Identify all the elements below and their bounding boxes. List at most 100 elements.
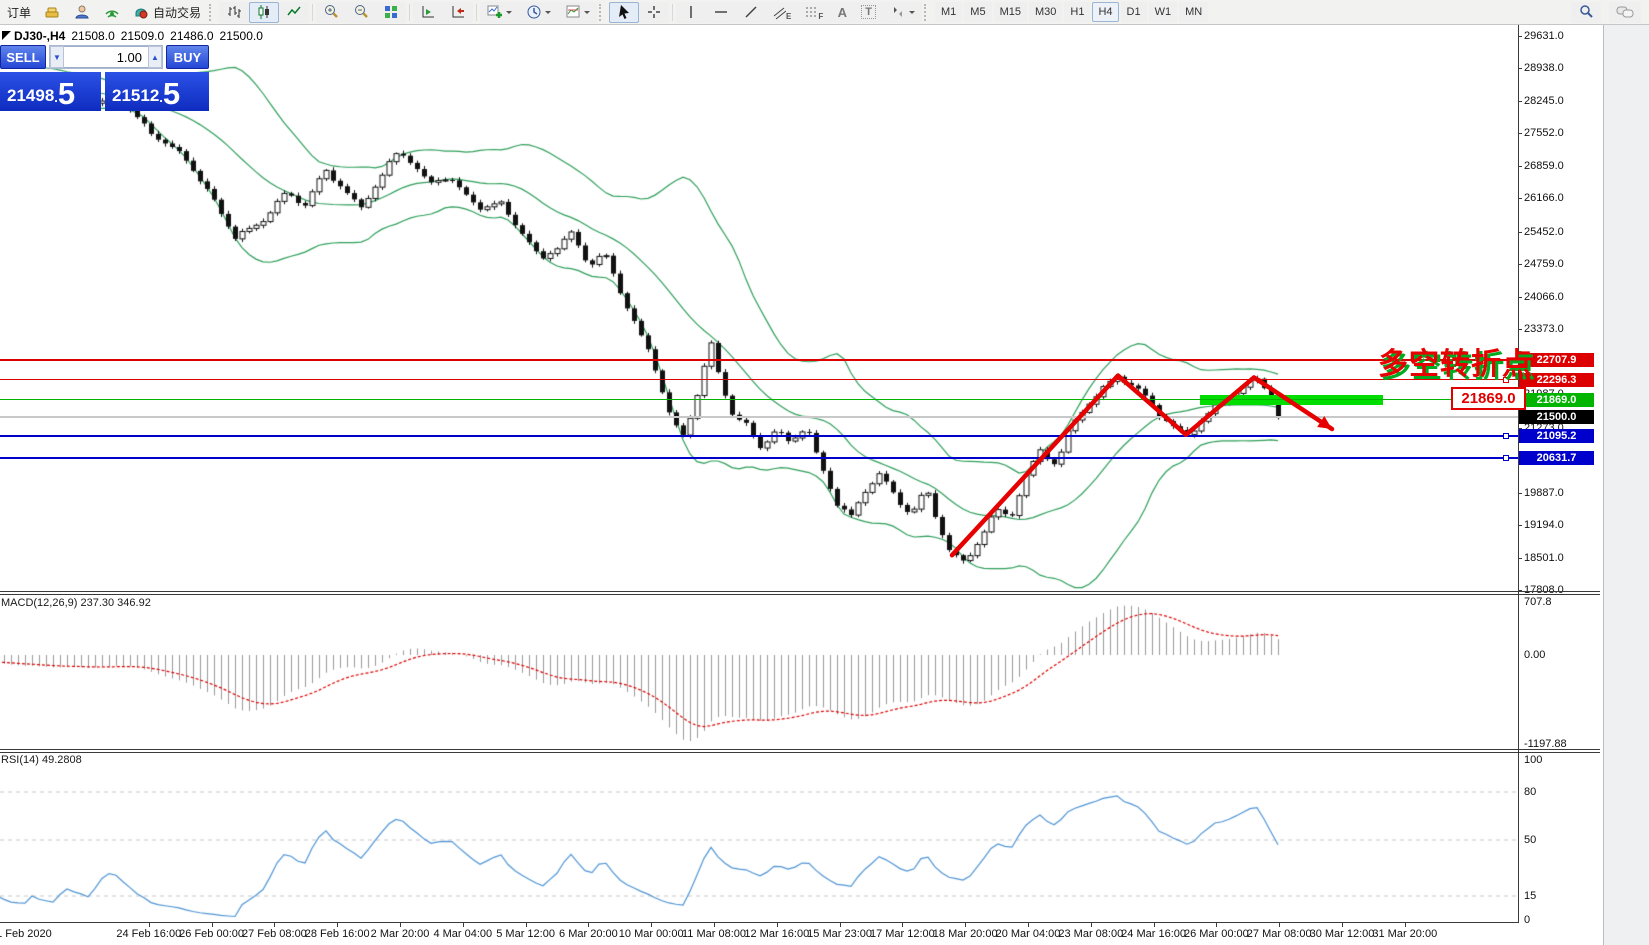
signals-button[interactable] bbox=[97, 2, 127, 23]
price-tick-label: 26859.0 bbox=[1524, 160, 1564, 172]
arrows-tool-icon[interactable] bbox=[883, 2, 922, 23]
level-line-handle[interactable] bbox=[1503, 455, 1509, 461]
text-tool-icon[interactable]: A bbox=[830, 2, 854, 23]
auto-scroll-icon[interactable] bbox=[413, 2, 443, 23]
timeframe-MN[interactable]: MN bbox=[1179, 2, 1208, 22]
toolbar-separator bbox=[312, 4, 313, 21]
time-axis-tick bbox=[651, 923, 652, 927]
pane-splitter-rsi[interactable] bbox=[0, 749, 1600, 753]
timeframe-H4[interactable]: H4 bbox=[1092, 2, 1118, 22]
bar-chart-icon[interactable] bbox=[219, 2, 249, 23]
high-value: 21509.0 bbox=[121, 29, 164, 43]
volume-decrease-button[interactable]: ▼ bbox=[50, 46, 64, 68]
level-line[interactable] bbox=[0, 379, 1518, 380]
time-axis-label: 28 Feb 16:00 bbox=[305, 928, 370, 940]
time-axis-label: 2 Mar 20:00 bbox=[371, 928, 430, 940]
time-axis-label: 5 Mar 12:00 bbox=[496, 928, 555, 940]
new-order-button[interactable]: 订单 bbox=[1, 2, 37, 23]
autotrading-icon bbox=[133, 4, 149, 20]
time-axis-tick bbox=[149, 923, 150, 927]
time-axis-label: 26 Mar 00:00 bbox=[1184, 928, 1249, 940]
time-axis-tick bbox=[902, 923, 903, 927]
macd-pane-canvas[interactable] bbox=[0, 596, 1518, 750]
new-chart-button[interactable] bbox=[480, 2, 519, 23]
fibonacci-tool-icon[interactable]: F bbox=[798, 2, 830, 23]
signal-icon bbox=[104, 4, 120, 20]
price-tick-label: 24759.0 bbox=[1524, 258, 1564, 270]
profile-button[interactable] bbox=[67, 2, 97, 23]
price-tick-label: 28245.0 bbox=[1524, 95, 1564, 107]
chat-icon[interactable] bbox=[1609, 2, 1641, 23]
candlestick-icon[interactable] bbox=[249, 2, 279, 23]
time-axis-tick bbox=[1216, 923, 1217, 927]
rsi-label: RSI(14) 49.2808 bbox=[1, 754, 82, 766]
macd-label: MACD(12,26,9) 237.30 346.92 bbox=[1, 597, 151, 609]
cursor-icon[interactable] bbox=[609, 2, 639, 23]
sell-button[interactable]: SELL bbox=[0, 45, 46, 69]
time-axis-label: 15 Mar 23:00 bbox=[807, 928, 872, 940]
timeframe-M30[interactable]: M30 bbox=[1029, 2, 1062, 22]
level-line[interactable] bbox=[0, 457, 1518, 459]
templates-button[interactable] bbox=[558, 2, 597, 23]
text-label-tool-icon[interactable]: T bbox=[854, 2, 883, 23]
symbol-label: DJ30-,H4 bbox=[14, 29, 65, 43]
trendline-tool-icon[interactable] bbox=[736, 2, 766, 23]
toolbar-right-group bbox=[1571, 2, 1641, 23]
timeframe-M15[interactable]: M15 bbox=[994, 2, 1027, 22]
chart-ohlc-title: DJ30-,H4 21508.0 21509.0 21486.0 21500.0 bbox=[14, 29, 263, 43]
timeframe-D1[interactable]: D1 bbox=[1121, 2, 1147, 22]
timeframe-W1[interactable]: W1 bbox=[1149, 2, 1178, 22]
search-icon[interactable] bbox=[1571, 2, 1601, 23]
time-axis-tick bbox=[840, 923, 841, 927]
horizontal-line-tool-icon[interactable] bbox=[706, 2, 736, 23]
price-tick-label: 19887.0 bbox=[1524, 487, 1564, 499]
timeframe-M5[interactable]: M5 bbox=[964, 2, 991, 22]
periods-button[interactable] bbox=[519, 2, 558, 23]
level-line[interactable] bbox=[0, 435, 1518, 437]
time-axis-tick bbox=[1154, 923, 1155, 927]
level-line[interactable] bbox=[0, 399, 1518, 400]
time-axis-label: 23 Mar 08:00 bbox=[1058, 928, 1123, 940]
volume-stepper: ▼ ▲ bbox=[49, 45, 163, 69]
level-line[interactable] bbox=[0, 359, 1518, 361]
buy-button[interactable]: BUY bbox=[166, 45, 209, 69]
rsi-axis-label: 50 bbox=[1524, 834, 1536, 846]
vertical-line-tool-icon[interactable] bbox=[676, 2, 706, 23]
zoom-in-icon[interactable] bbox=[316, 2, 346, 23]
pane-splitter-macd[interactable] bbox=[0, 591, 1600, 595]
sell-price[interactable]: 21498 . 5 bbox=[0, 72, 101, 111]
macd-axis-label: 0.00 bbox=[1524, 649, 1545, 661]
line-chart-icon[interactable] bbox=[279, 2, 309, 23]
open-value: 21508.0 bbox=[71, 29, 114, 43]
rsi-axis-label: 80 bbox=[1524, 786, 1536, 798]
market-icon[interactable] bbox=[37, 2, 67, 23]
time-axis-label: 17 Mar 12:00 bbox=[870, 928, 935, 940]
price-tag-annotation[interactable]: 21869.0 bbox=[1451, 387, 1526, 410]
price-tick-label: 28938.0 bbox=[1524, 62, 1564, 74]
symbol-marker-icon bbox=[2, 31, 11, 40]
zoom-out-icon[interactable] bbox=[346, 2, 376, 23]
tile-windows-icon[interactable] bbox=[376, 2, 406, 23]
timeframe-group: M1M5M15M30H1H4D1W1MN bbox=[934, 2, 1209, 22]
low-value: 21486.0 bbox=[170, 29, 213, 43]
volume-input[interactable] bbox=[64, 46, 148, 68]
level-line-handle[interactable] bbox=[1503, 433, 1509, 439]
buy-price[interactable]: 21512 . 5 bbox=[105, 72, 209, 111]
channel-tool-icon[interactable]: E bbox=[766, 2, 798, 23]
price-tick-label: 23373.0 bbox=[1524, 323, 1564, 335]
chart-shift-icon[interactable] bbox=[443, 2, 473, 23]
timeframe-H1[interactable]: H1 bbox=[1064, 2, 1090, 22]
crosshair-icon[interactable] bbox=[639, 2, 669, 23]
autotrading-button[interactable]: 自动交易 bbox=[127, 2, 207, 23]
time-axis-line bbox=[0, 922, 1519, 923]
volume-increase-button[interactable]: ▲ bbox=[148, 46, 162, 68]
time-axis-label: 10 Mar 00:00 bbox=[619, 928, 684, 940]
time-axis-label: 31 Mar 20:00 bbox=[1372, 928, 1437, 940]
timeframe-M1[interactable]: M1 bbox=[935, 2, 962, 22]
price-pane-canvas[interactable] bbox=[0, 25, 1518, 592]
channel-letter: E bbox=[786, 12, 791, 21]
time-axis-label: 30 Mar 12:00 bbox=[1310, 928, 1375, 940]
level-axis-tag: 21095.2 bbox=[1519, 429, 1594, 443]
rsi-pane-canvas[interactable] bbox=[0, 753, 1518, 922]
price-tick-label: 27552.0 bbox=[1524, 127, 1564, 139]
